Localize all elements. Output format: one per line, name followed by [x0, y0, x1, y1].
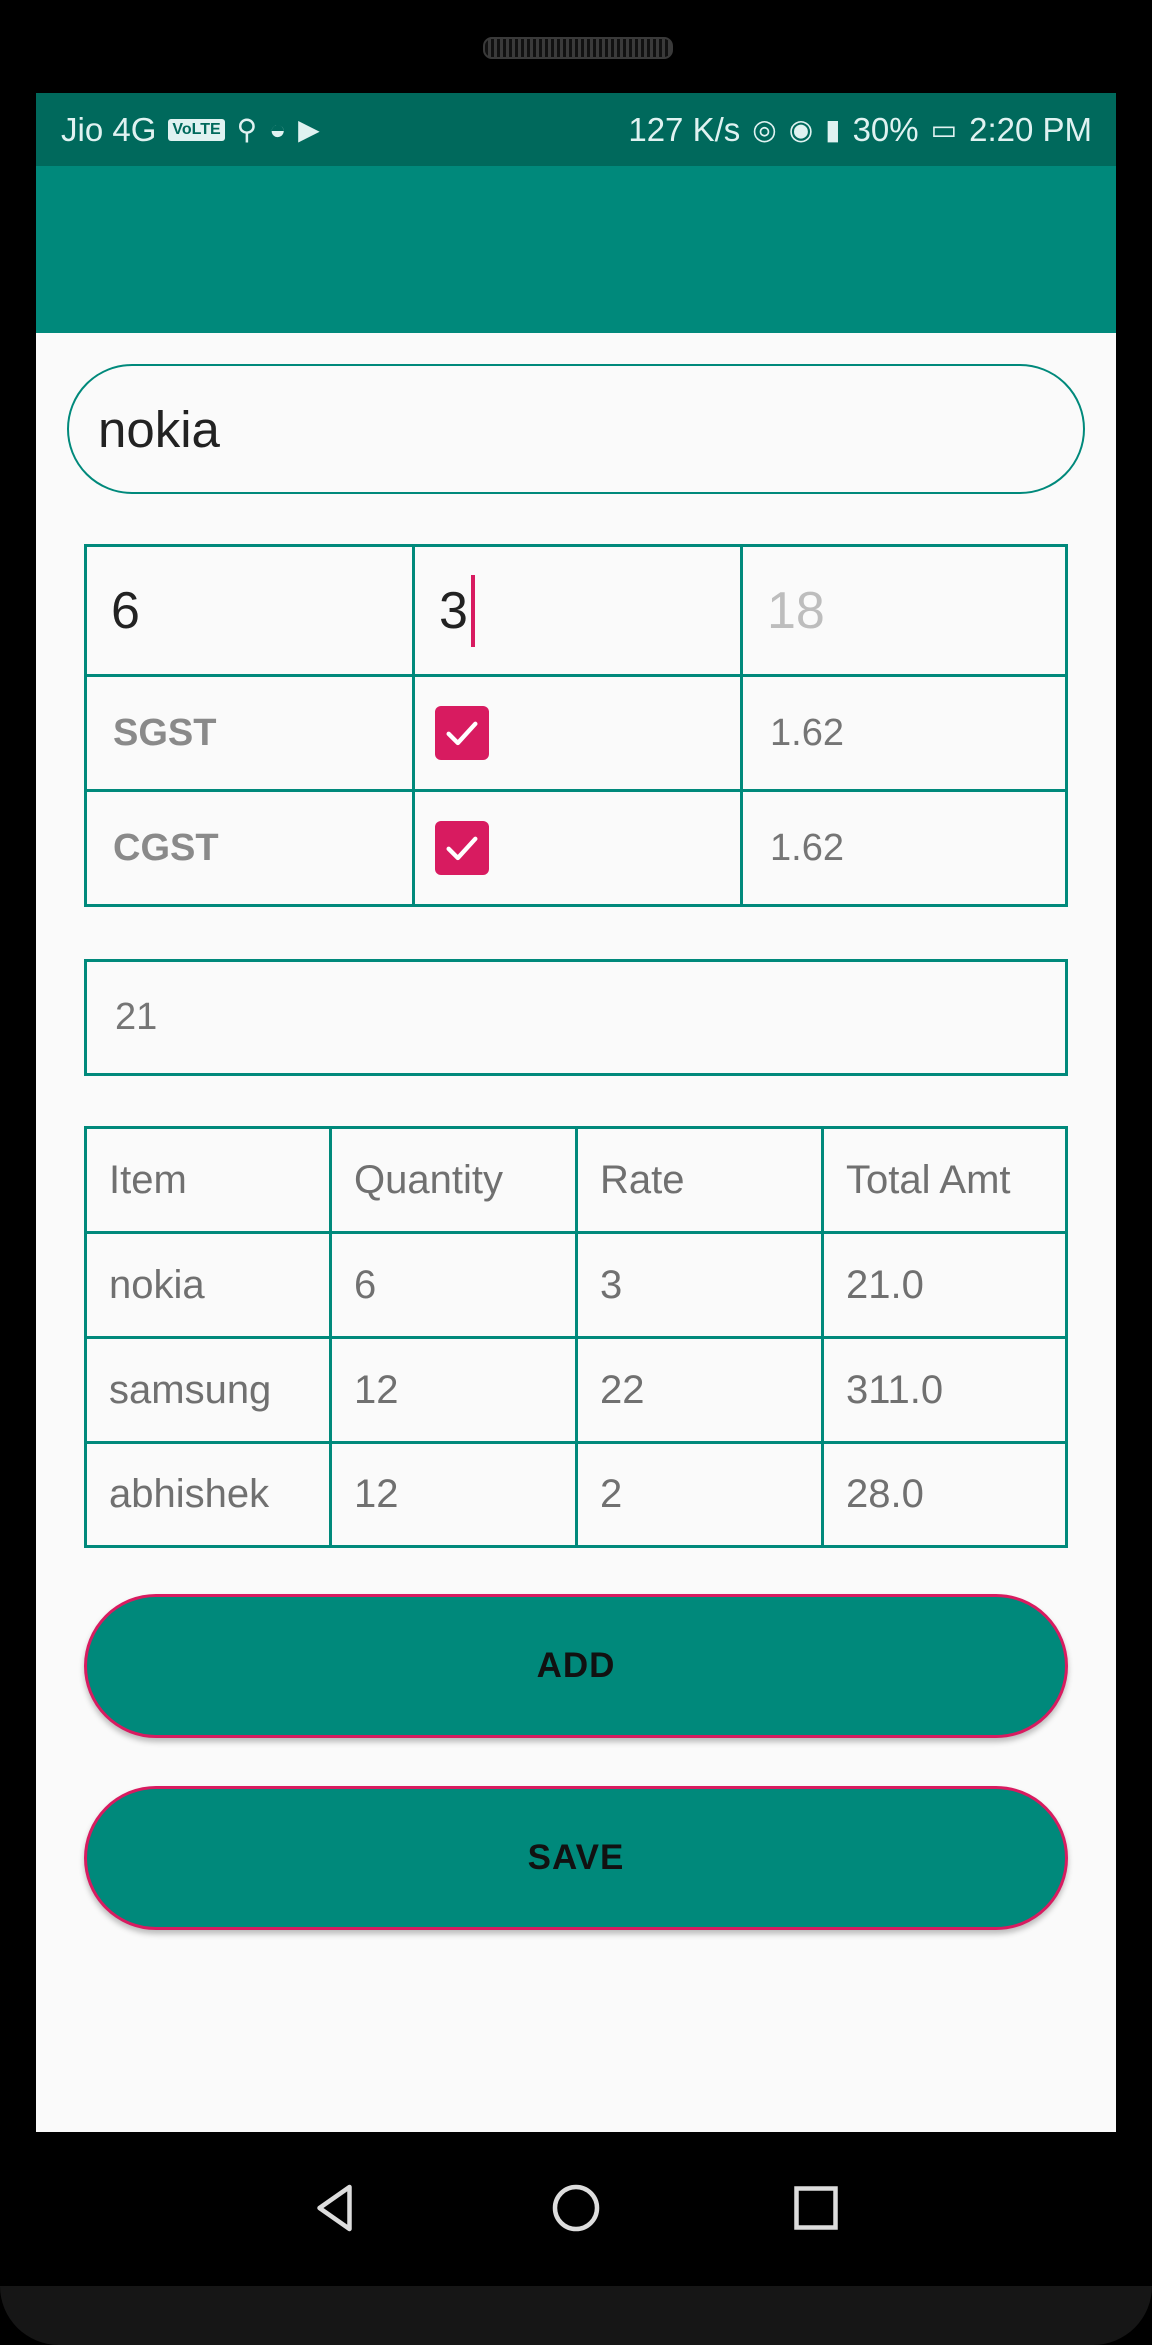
- sgst-checkbox-cell: [412, 674, 743, 792]
- cell-item: samsung: [109, 1367, 272, 1412]
- table-cell: 28.0: [821, 1441, 1068, 1548]
- quantity-value: 6: [111, 581, 140, 640]
- table-cell: samsung: [84, 1336, 332, 1444]
- cell-item: abhishek: [109, 1472, 270, 1516]
- checkmark-icon: [446, 836, 478, 861]
- checkmark-icon: [446, 721, 478, 746]
- cell-total: 311.0: [846, 1367, 944, 1412]
- sgst-checkbox[interactable]: [435, 706, 489, 760]
- usb-icon: ⚲: [236, 114, 258, 145]
- signal-icon: ▮: [825, 114, 841, 145]
- clock: 2:20 PM: [969, 110, 1092, 148]
- add-button[interactable]: ADD: [84, 1594, 1068, 1738]
- cell-quantity: 6: [354, 1262, 377, 1307]
- quantity-input[interactable]: 6: [84, 544, 415, 677]
- cgst-value: 1.62: [770, 826, 844, 869]
- youtube-icon: ▶: [298, 114, 320, 145]
- battery-percent: 30%: [852, 110, 919, 148]
- sgst-label: SGST: [113, 711, 217, 754]
- back-icon: [317, 2184, 352, 2232]
- earpiece-speaker: [483, 37, 673, 59]
- gst-rate-placeholder: 18: [767, 581, 825, 640]
- rate-value: 3: [439, 581, 468, 640]
- gst-rate-input[interactable]: 18: [740, 544, 1068, 677]
- header-quantity: Quantity: [354, 1157, 503, 1202]
- status-bar: Jio 4G VoLTE ⚲ ◒ ▶ 127 K/s ◎ ◉ ▮ 30% ▭ 2…: [36, 93, 1116, 166]
- table-cell: 2: [575, 1441, 824, 1548]
- cell-total: 28.0: [846, 1472, 924, 1516]
- table-cell: 311.0: [821, 1336, 1068, 1444]
- cgst-checkbox-cell: [412, 789, 743, 907]
- table-header-cell: Item: [84, 1126, 332, 1234]
- eye-icon: ◉: [788, 114, 814, 145]
- header-total-amt: Total Amt: [846, 1157, 1011, 1202]
- rate-input[interactable]: 3: [412, 544, 743, 677]
- hotspot-icon: ◎: [752, 114, 777, 145]
- carrier-label: Jio 4G: [61, 110, 157, 148]
- cgst-label-cell: CGST: [84, 789, 415, 907]
- sgst-value-cell: 1.62: [740, 674, 1068, 792]
- header-rate: Rate: [600, 1157, 685, 1202]
- add-button-label: ADD: [536, 1646, 616, 1685]
- phone-chin: [0, 2286, 1152, 2345]
- table-cell: 21.0: [821, 1231, 1068, 1339]
- cgst-label: CGST: [113, 826, 219, 869]
- cell-total: 21.0: [846, 1262, 924, 1307]
- back-button[interactable]: [296, 2168, 376, 2248]
- cell-rate: 3: [600, 1262, 623, 1307]
- table-cell: 6: [329, 1231, 578, 1339]
- phone-frame: Jio 4G VoLTE ⚲ ◒ ▶ 127 K/s ◎ ◉ ▮ 30% ▭ 2…: [0, 0, 1152, 2345]
- cgst-checkbox[interactable]: [435, 821, 489, 875]
- network-speed: 127 K/s: [628, 110, 741, 148]
- recents-icon: [794, 2186, 838, 2230]
- text-cursor: [470, 574, 475, 647]
- app-screen: Jio 4G VoLTE ⚲ ◒ ▶ 127 K/s ◎ ◉ ▮ 30% ▭ 2…: [36, 93, 1116, 2132]
- home-button[interactable]: [536, 2168, 616, 2248]
- save-button-label: SAVE: [527, 1838, 625, 1877]
- battery-icon: ▭: [930, 114, 958, 145]
- volte-icon: VoLTE: [168, 118, 225, 141]
- recents-button[interactable]: [776, 2168, 856, 2248]
- incognito-icon: ◒: [269, 113, 287, 145]
- total-amount-value: 21: [115, 996, 158, 1038]
- cell-rate: 22: [600, 1367, 645, 1412]
- table-header-cell: Quantity: [329, 1126, 578, 1234]
- table-cell: abhishek: [84, 1441, 332, 1548]
- total-amount-field[interactable]: 21: [84, 959, 1068, 1076]
- sgst-value: 1.62: [770, 711, 844, 754]
- item-name-value: nokia: [98, 400, 220, 458]
- sgst-label-cell: SGST: [84, 674, 415, 792]
- home-icon: [552, 2184, 600, 2232]
- cell-quantity: 12: [354, 1472, 399, 1516]
- table-cell: 12: [329, 1441, 578, 1548]
- app-toolbar: [36, 166, 1116, 333]
- table-cell: 3: [575, 1231, 824, 1339]
- save-button[interactable]: SAVE: [84, 1786, 1068, 1930]
- table-header-cell: Rate: [575, 1126, 824, 1234]
- cell-rate: 2: [600, 1472, 623, 1516]
- cell-quantity: 12: [354, 1367, 399, 1412]
- table-cell: 12: [329, 1336, 578, 1444]
- table-header-cell: Total Amt: [821, 1126, 1068, 1234]
- item-name-input[interactable]: nokia: [67, 364, 1085, 494]
- header-item: Item: [109, 1157, 187, 1202]
- cgst-value-cell: 1.62: [740, 789, 1068, 907]
- table-cell: 22: [575, 1336, 824, 1444]
- table-cell: nokia: [84, 1231, 332, 1339]
- system-nav-bar: [0, 2132, 1152, 2286]
- cell-item: nokia: [109, 1262, 205, 1307]
